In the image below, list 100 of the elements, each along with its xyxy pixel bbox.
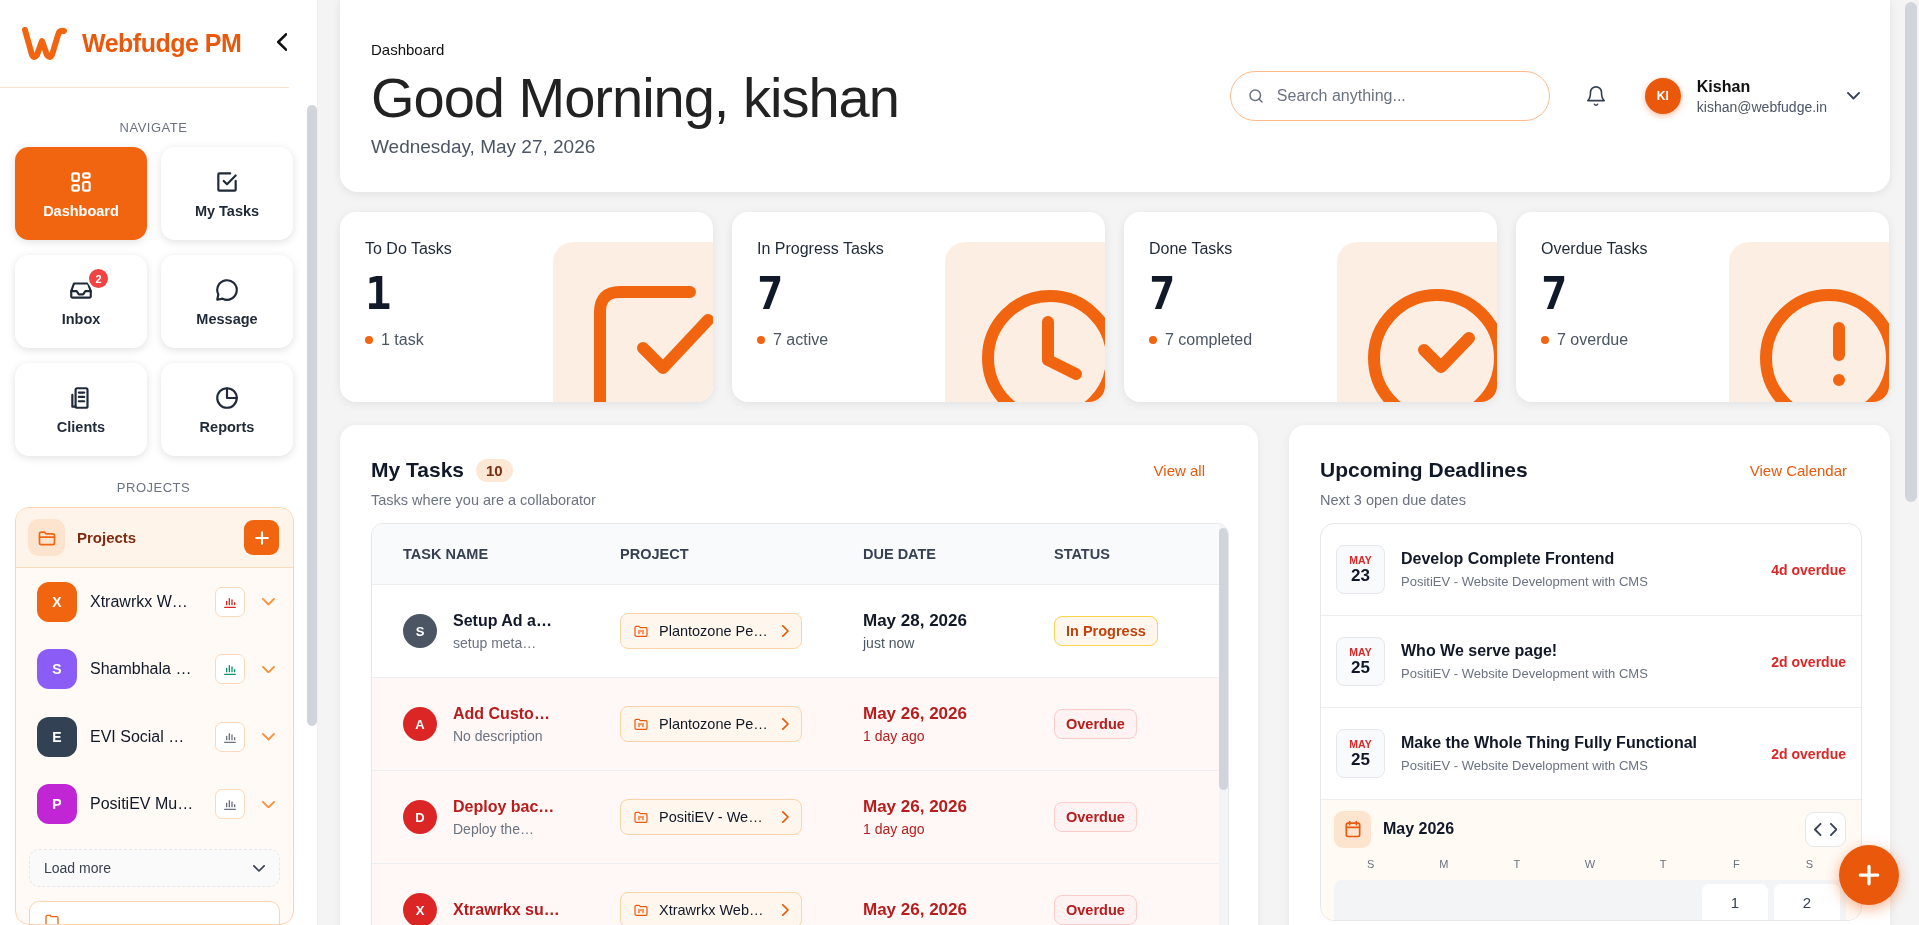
task-description: Deploy the… bbox=[453, 820, 535, 837]
status-dot-icon bbox=[757, 336, 765, 344]
weekday-label: T bbox=[1512, 858, 1522, 870]
add-project-button[interactable] bbox=[244, 520, 279, 556]
project-chip[interactable]: Xtrawrkx Web… bbox=[620, 892, 802, 925]
section-heading: NAVIGATE bbox=[118, 120, 189, 136]
calendar-day[interactable]: 1 bbox=[1702, 884, 1768, 920]
nav-tile[interactable]: My Tasks bbox=[161, 147, 293, 241]
weekday-label: S bbox=[1804, 858, 1815, 870]
deadline-project: PositiEV - Website Development with CMS bbox=[1401, 574, 1649, 589]
date-day: 25 bbox=[1351, 657, 1370, 678]
search-field[interactable]: Search anything... bbox=[1229, 71, 1550, 121]
view-all-link[interactable]: View all bbox=[1153, 461, 1205, 479]
collapse-sidebar-icon bbox=[276, 32, 288, 51]
weekday-label: W bbox=[1583, 858, 1597, 870]
nav-tile[interactable]: Message bbox=[161, 255, 293, 349]
logo-icon bbox=[22, 26, 68, 61]
due-relative-time: just now bbox=[863, 635, 916, 651]
chevron-right-icon bbox=[782, 904, 789, 916]
chevron-down-icon bbox=[1847, 92, 1860, 100]
page-scrollbar[interactable] bbox=[1905, 2, 1917, 502]
task-name: Deploy bac… bbox=[453, 797, 555, 816]
date-text: Wednesday, May 27, 2026 bbox=[371, 135, 597, 158]
column-header: DUE DATE bbox=[863, 546, 938, 562]
calendar-day[interactable]: 2 bbox=[1774, 884, 1840, 920]
stat-note: 7 overdue bbox=[1557, 331, 1629, 349]
notification-badge: 2 bbox=[87, 267, 110, 291]
sidebar-scrollbar[interactable] bbox=[307, 105, 317, 726]
table-scrollbar[interactable] bbox=[1219, 528, 1228, 790]
project-name[interactable]: PositiEV Mu… bbox=[90, 795, 215, 814]
breadcrumb: Dashboard bbox=[371, 40, 446, 58]
deadline-project: PositiEV - Website Development with CMS bbox=[1401, 758, 1649, 773]
weekday-label: T bbox=[1658, 858, 1668, 870]
project-name[interactable]: Shambhala … bbox=[90, 660, 215, 679]
project-chip[interactable]: PositiEV - We… bbox=[620, 799, 802, 835]
next-month-button[interactable] bbox=[1827, 820, 1839, 838]
folder-icon bbox=[633, 716, 649, 732]
view-calendar-link[interactable]: View Calendar bbox=[1749, 461, 1847, 479]
project-avatar: X bbox=[37, 581, 77, 622]
deadline-project: PositiEV - Website Development with CMS bbox=[1401, 666, 1649, 681]
task-row[interactable]: A Add Custo… No description Plantozone Pe… May 26, 2026 1 day ago Overdue bbox=[372, 677, 1219, 770]
stat-value: 7 bbox=[757, 268, 785, 319]
load-more-button[interactable]: Load more bbox=[29, 849, 280, 888]
project-chip[interactable]: Plantozone Pe… bbox=[620, 706, 802, 742]
due-date: May 26, 2026 bbox=[863, 797, 968, 817]
deadline-title: Who We serve page! bbox=[1401, 642, 1559, 660]
project-stats-button[interactable] bbox=[215, 654, 245, 685]
panel-title: Upcoming Deadlines bbox=[1320, 458, 1528, 482]
deadline-item[interactable]: MAY 23 Develop Complete Frontend PositiEV - Website Development with CMS 4d overdue bbox=[1321, 524, 1861, 616]
project-stats-button[interactable] bbox=[215, 789, 245, 820]
previous-month-button[interactable] bbox=[1812, 820, 1824, 838]
calendar-month: May 2026 bbox=[1383, 820, 1456, 838]
deadline-item[interactable]: MAY 25 Who We serve page! PositiEV - Website Development with CMS 2d overdue bbox=[1321, 616, 1861, 708]
stat-label: In Progress Tasks bbox=[757, 240, 885, 258]
task-name: Xtrawrkx su… bbox=[453, 901, 560, 919]
nav-tile[interactable]: Reports bbox=[161, 363, 293, 457]
greeting-heading: Good Morning, kishan bbox=[371, 65, 900, 130]
nav-tile[interactable]: 2 Inbox bbox=[15, 255, 147, 349]
notification-bell-icon bbox=[1584, 85, 1607, 107]
project-avatar: S bbox=[37, 649, 77, 690]
task-row[interactable]: X Xtrawrkx su… Xtrawrkx Web… May 26, 2026 Overdue bbox=[372, 863, 1219, 925]
status-badge: Overdue bbox=[1054, 802, 1137, 832]
chevron-down-icon bbox=[262, 733, 275, 741]
user-name: Kishan bbox=[1696, 77, 1752, 96]
project-name[interactable]: Xtrawrkx W… bbox=[90, 592, 215, 611]
task-row[interactable]: D Deploy bac… Deploy the… PositiEV - We… May 26, 2026 1 day ago Overdue bbox=[372, 770, 1219, 863]
date-month: MAY bbox=[1349, 553, 1372, 566]
column-header: PROJECT bbox=[620, 546, 690, 562]
stat-label: To Do Tasks bbox=[365, 240, 453, 258]
app-logo-text: Webfudge PM bbox=[82, 29, 243, 59]
stat-value: 7 bbox=[1149, 268, 1177, 319]
overdue-label: 2d overdue bbox=[1771, 745, 1846, 762]
section-heading: PROJECTS bbox=[115, 480, 192, 496]
panel-title: My Tasks bbox=[371, 458, 464, 482]
stat-value: 7 bbox=[1541, 268, 1569, 319]
due-date: May 26, 2026 bbox=[863, 704, 968, 724]
stat-label: Overdue Tasks bbox=[1541, 240, 1649, 258]
project-stats-button[interactable] bbox=[215, 721, 245, 752]
project-stats-button[interactable] bbox=[215, 586, 245, 617]
task-description: No description bbox=[453, 727, 544, 744]
project-name[interactable]: EVI Social … bbox=[90, 727, 215, 746]
overdue-label: 2d overdue bbox=[1771, 653, 1846, 670]
status-dot-icon bbox=[1149, 336, 1157, 344]
project-avatar: P bbox=[37, 784, 77, 825]
task-name: Add Custo… bbox=[453, 704, 550, 723]
weekday-label: S bbox=[1365, 858, 1376, 870]
panel-title: Projects bbox=[77, 529, 138, 547]
panel-subtitle: Tasks where you are a collaborator bbox=[371, 492, 597, 508]
chevron-right-icon bbox=[782, 625, 789, 637]
stat-note: 7 active bbox=[773, 331, 829, 349]
weekday-label: M bbox=[1438, 858, 1450, 870]
chevron-right-icon bbox=[782, 811, 789, 823]
chevron-right-icon bbox=[782, 718, 789, 730]
project-chip[interactable]: Plantozone Pe… bbox=[620, 613, 802, 649]
task-row[interactable]: S Setup Ad a… setup meta… Plantozone Pe… May 28, 2026 just now In Progress bbox=[372, 584, 1219, 677]
user-avatar[interactable]: KI bbox=[1644, 78, 1681, 114]
due-relative-time: 1 day ago bbox=[863, 728, 926, 744]
nav-tile[interactable]: Clients bbox=[15, 363, 147, 457]
status-badge: Overdue bbox=[1054, 895, 1137, 925]
column-header: TASK NAME bbox=[403, 546, 490, 562]
